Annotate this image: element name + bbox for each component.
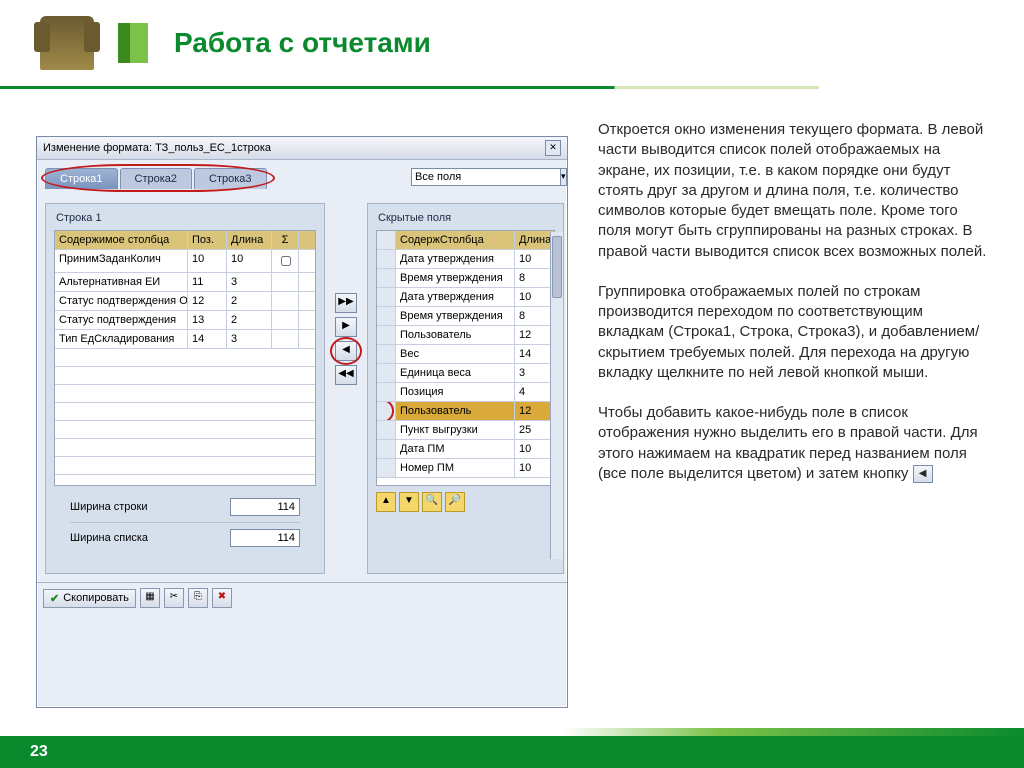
list-width-input[interactable] [230,529,300,547]
row-selector[interactable] [377,421,396,439]
divider [70,522,300,523]
cancel-icon[interactable]: ✖ [212,588,232,608]
table-row: Позиция4 [377,383,554,402]
divider [0,86,1024,89]
row-selector[interactable] [377,307,396,325]
table-row: Статус подтверждения132 [55,311,315,330]
table-row [55,421,315,439]
tool-icon[interactable]: ✂ [164,588,184,608]
check-icon: ✔ [50,592,59,605]
table-row: Вес14 [377,345,554,364]
move-left-icon[interactable]: ◀ [335,341,357,361]
annotation-circle-selector [377,402,394,420]
row-selector[interactable] [377,364,396,382]
copy-button[interactable]: ✔ Скопировать [43,589,136,608]
row-selector[interactable] [377,440,396,458]
table-row: Единица веса3 [377,364,554,383]
tool-icon[interactable]: ⎘ [188,588,208,608]
col-sum: Σ [272,231,299,249]
scrollbar[interactable] [550,232,563,559]
sort-asc-icon[interactable]: ▲ [376,492,396,512]
table-row [55,385,315,403]
page-title: Работа с отчетами [174,27,431,59]
table-row: Дата ПМ10 [377,440,554,459]
right-panel-title: Скрытые поля [378,212,555,224]
row-selector[interactable] [377,269,396,287]
table-row [55,403,315,421]
slide-number: 23 [30,743,48,761]
row-selector[interactable] [377,326,396,344]
col-pos: Поз. [188,231,227,249]
tab-row3[interactable]: Строка3 [194,168,267,189]
description-para: Чтобы добавить какое-нибудь поле в списо… [598,403,990,484]
format-dialog: Изменение формата: ТЗ_польз_ЕС_1строка ✕… [36,136,568,708]
move-all-right-icon[interactable]: ▶▶ [335,293,357,313]
table-row: Время утверждения8 [377,307,554,326]
find-icon[interactable]: 🔍 [422,492,442,512]
table-row: Время утверждения8 [377,269,554,288]
col-content: СодержСтолбца [396,231,515,249]
table-row: Пользователь12 [377,326,554,345]
col-content: Содержимое столбца [55,231,188,249]
move-right-icon[interactable]: ▶ [335,317,357,337]
sort-desc-icon[interactable]: ▼ [399,492,419,512]
row-selector[interactable] [377,383,396,401]
table-row [55,349,315,367]
field-filter-select[interactable] [411,168,561,186]
row-selector[interactable] [377,345,396,363]
left-panel-title: Строка 1 [56,212,316,224]
tool-icon[interactable]: ▦ [140,588,160,608]
table-row: Номер ПМ10 [377,459,554,478]
brand-square [118,23,148,63]
close-icon[interactable]: ✕ [545,140,561,156]
crest-logo [40,16,94,70]
find-next-icon[interactable]: 🔎 [445,492,465,512]
line-width-label: Ширина строки [70,501,230,513]
table-row [55,457,315,475]
move-left-icon: ◀ [913,465,933,483]
table-row: Альтернативная ЕИ113 [55,273,315,292]
table-row [55,439,315,457]
description-para: Группировка отображаемых полей по строка… [598,282,990,383]
col-len: Длина [515,231,554,249]
tab-row1[interactable]: Строка1 [45,168,118,189]
row-selector[interactable] [377,288,396,306]
table-row: Дата утверждения10 [377,250,554,269]
move-all-left-icon[interactable]: ◀◀ [335,365,357,385]
dialog-title: Изменение формата: ТЗ_польз_ЕС_1строка [43,142,271,154]
table-row: ПринимЗаданКолич1010 [55,250,315,273]
hidden-fields-grid: СодержСтолбца Длина Дата утверждения10 В… [376,230,555,486]
sum-checkbox[interactable] [281,256,291,266]
tab-row2[interactable]: Строка2 [120,168,193,189]
row-selector[interactable] [377,250,396,268]
dropdown-icon[interactable]: ▾ [561,168,567,186]
table-row [55,367,315,385]
table-row: Тип ЕдСкладирования143 [55,330,315,349]
line-width-input[interactable] [230,498,300,516]
table-row: Пункт выгрузки25 [377,421,554,440]
visible-fields-grid: Содержимое столбца Поз. Длина Σ ПринимЗа… [54,230,316,486]
row-selector[interactable] [377,402,396,420]
table-row [55,475,315,486]
description-para: Откроется окно изменения текущего формат… [598,120,990,262]
footer-stripe [0,728,1024,736]
table-row: Дата утверждения10 [377,288,554,307]
col-len: Длина [227,231,272,249]
table-row: Статус подтверждения Отг122 [55,292,315,311]
table-row: Пользователь12 [377,402,554,421]
list-width-label: Ширина списка [70,532,230,544]
scroll-thumb[interactable] [552,236,562,298]
row-selector[interactable] [377,459,396,477]
